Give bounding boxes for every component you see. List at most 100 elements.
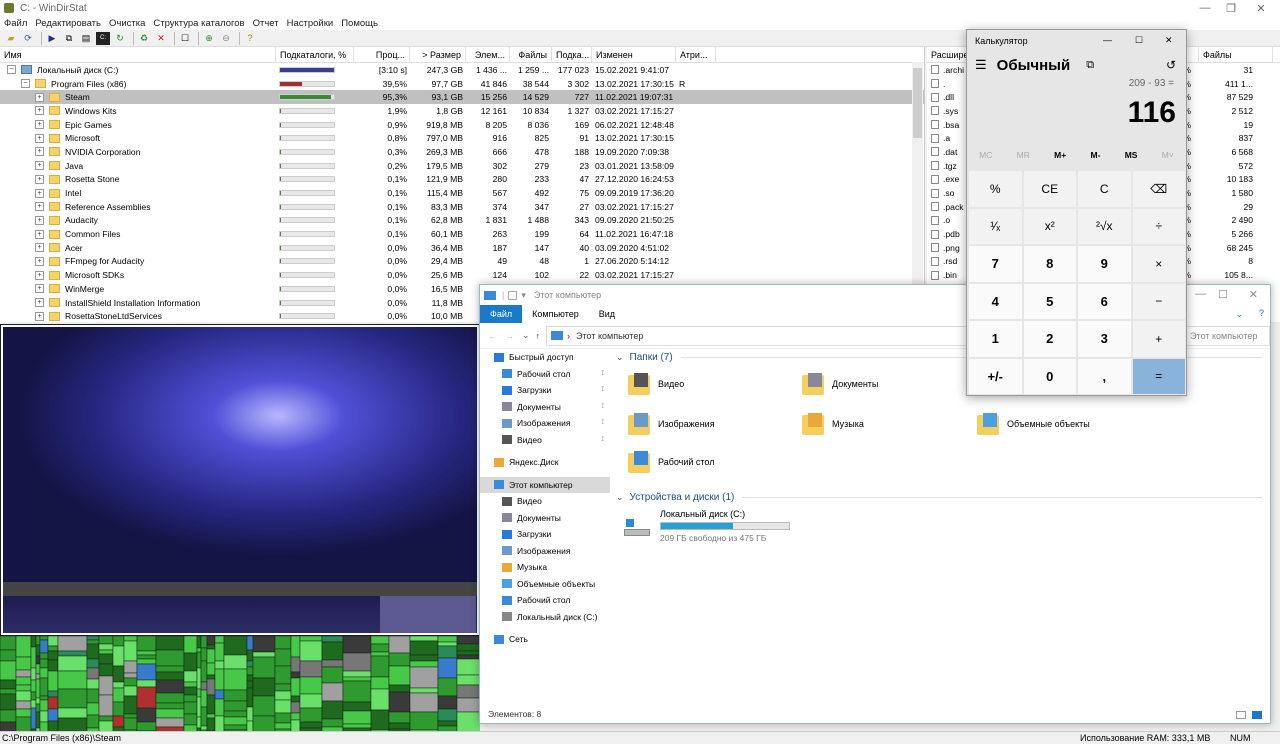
treemap-cell[interactable] <box>30 699 37 709</box>
treemap-cell[interactable] <box>98 649 114 655</box>
treemap-cell[interactable] <box>388 711 411 724</box>
expand-icon[interactable]: − <box>21 79 30 89</box>
treemap-cell[interactable] <box>342 635 372 654</box>
treemap-cell[interactable] <box>30 667 37 681</box>
treemap-cell[interactable] <box>15 656 32 671</box>
treemap-cell[interactable] <box>206 713 216 719</box>
treemap-cell[interactable] <box>223 668 248 691</box>
table-row[interactable]: + Acer 0,0% 36,4 MB 187 147 40 03.09.2020 4:51:… <box>0 241 924 255</box>
nav-item[interactable]: Видео ⟟ <box>480 432 610 449</box>
treemap-cell[interactable] <box>47 708 59 722</box>
treemap-cell[interactable] <box>214 715 225 733</box>
treemap-cell[interactable] <box>299 635 323 642</box>
treemap-cell[interactable] <box>35 678 41 699</box>
treemap-cell[interactable] <box>98 675 114 696</box>
delete-icon[interactable]: ✕ <box>154 32 168 45</box>
treemap-cell[interactable] <box>0 635 17 651</box>
treemap-cell[interactable] <box>214 698 225 717</box>
folder-item[interactable]: Изображения <box>628 411 715 437</box>
treemap-cell[interactable] <box>437 657 458 679</box>
expand-icon[interactable]: + <box>35 174 44 184</box>
treemap-cell[interactable] <box>136 663 157 681</box>
expand-icon[interactable]: + <box>35 311 44 321</box>
copy-icon[interactable]: ⧉ <box>62 32 76 45</box>
treemap-cell[interactable] <box>86 635 100 641</box>
treemap-cell[interactable] <box>0 660 17 681</box>
treemap-cell[interactable] <box>206 678 216 696</box>
treemap-cell[interactable] <box>437 708 458 722</box>
memory-button[interactable]: MC <box>979 150 992 160</box>
table-row[interactable]: + Rosetta Stone 0,1% 121,9 MB 280 233 47 27.12.… <box>0 173 924 187</box>
treemap-cell[interactable] <box>98 663 114 677</box>
drives-section-header[interactable]: ⌄ Устройства и диски (1) <box>612 489 1270 505</box>
treemap-cell[interactable] <box>299 676 323 695</box>
treemap-cell[interactable] <box>112 665 125 683</box>
nav-item[interactable]: Рабочий стол <box>480 592 610 609</box>
expand-icon[interactable]: + <box>35 284 44 294</box>
calc-key[interactable]: +/- <box>969 358 1022 394</box>
treemap-cell[interactable] <box>155 649 185 667</box>
treemap-cell[interactable] <box>246 687 254 708</box>
nav-item[interactable]: Изображения <box>480 543 610 560</box>
treemap-cell[interactable] <box>155 692 185 704</box>
treemap-cell[interactable] <box>57 655 88 672</box>
expand-icon[interactable]: + <box>35 270 44 280</box>
treemap-cell[interactable] <box>214 689 225 700</box>
treemap-cell[interactable] <box>342 723 372 729</box>
treemap-cell[interactable] <box>39 699 49 712</box>
nav-item[interactable]: Изображения ⟟ <box>480 415 610 432</box>
treemap-cell[interactable] <box>290 677 301 697</box>
treemap-cell[interactable] <box>123 717 138 731</box>
treemap-cell[interactable] <box>274 635 292 650</box>
treemap-cell[interactable] <box>30 635 37 648</box>
treemap-cell[interactable] <box>155 635 185 651</box>
tree-column-header[interactable]: Атри... <box>676 47 716 62</box>
treemap-cell[interactable] <box>15 669 32 678</box>
treemap-cell[interactable] <box>136 650 157 656</box>
treemap-cell[interactable] <box>98 635 114 645</box>
treemap-cell[interactable] <box>15 635 32 658</box>
treemap-cell[interactable] <box>370 688 390 711</box>
nav-item[interactable]: Яндекс.Диск <box>480 454 610 471</box>
treemap-cell[interactable] <box>456 654 480 660</box>
treemap-cell[interactable] <box>0 679 17 690</box>
drive-c[interactable]: Локальный диск (C:) 209 ГБ свободно из 4… <box>624 509 790 543</box>
treemap-cell[interactable] <box>246 649 254 662</box>
forward-icon[interactable]: → <box>505 331 514 341</box>
treemap-cell[interactable] <box>112 635 125 647</box>
treemap-cell[interactable] <box>223 635 248 656</box>
treemap-cell[interactable] <box>274 712 292 724</box>
treemap-cell[interactable] <box>200 647 208 662</box>
help-icon[interactable]: ? <box>243 32 257 45</box>
treemap-cell[interactable] <box>321 641 344 661</box>
treemap-cell[interactable] <box>206 674 216 680</box>
folder-item[interactable]: Документы <box>802 371 878 397</box>
treemap-cell[interactable] <box>30 691 37 701</box>
calc-key[interactable]: 0 <box>1023 358 1076 394</box>
treemap-cell[interactable] <box>206 662 216 676</box>
table-row[interactable]: + Windows Kits 1,9% 1,8 GB 12 161 10 834 1 327… <box>0 104 924 118</box>
treemap-cell[interactable] <box>112 715 125 728</box>
treemap-cell[interactable] <box>200 681 208 691</box>
treemap-cell[interactable] <box>370 643 390 653</box>
memory-button[interactable]: M- <box>1091 150 1101 160</box>
treemap-cell[interactable] <box>196 647 202 653</box>
tree-scrollbar[interactable] <box>912 62 923 322</box>
tree-column-header[interactable]: Проц... <box>354 47 410 62</box>
treemap-cell[interactable] <box>136 658 157 665</box>
treemap-cell[interactable] <box>196 635 202 649</box>
treemap-cell[interactable] <box>39 677 49 697</box>
calc-minimize[interactable]: — <box>1103 35 1112 45</box>
nav-item[interactable]: Объемные объекты <box>480 576 610 593</box>
calc-key[interactable]: 3 <box>1078 321 1131 357</box>
treemap-cell[interactable] <box>342 710 372 725</box>
tree-column-header[interactable]: Изменен <box>592 47 676 62</box>
nav-item[interactable]: Видео <box>480 493 610 510</box>
treemap-cell[interactable] <box>35 673 41 680</box>
calc-key[interactable]: + <box>1132 321 1185 357</box>
treemap-cell[interactable] <box>388 665 411 686</box>
nav-item[interactable]: Документы ⟟ <box>480 399 610 416</box>
calc-key[interactable]: C <box>1078 171 1131 207</box>
treemap-cell[interactable] <box>456 658 480 676</box>
treemap-cell[interactable] <box>214 642 225 662</box>
